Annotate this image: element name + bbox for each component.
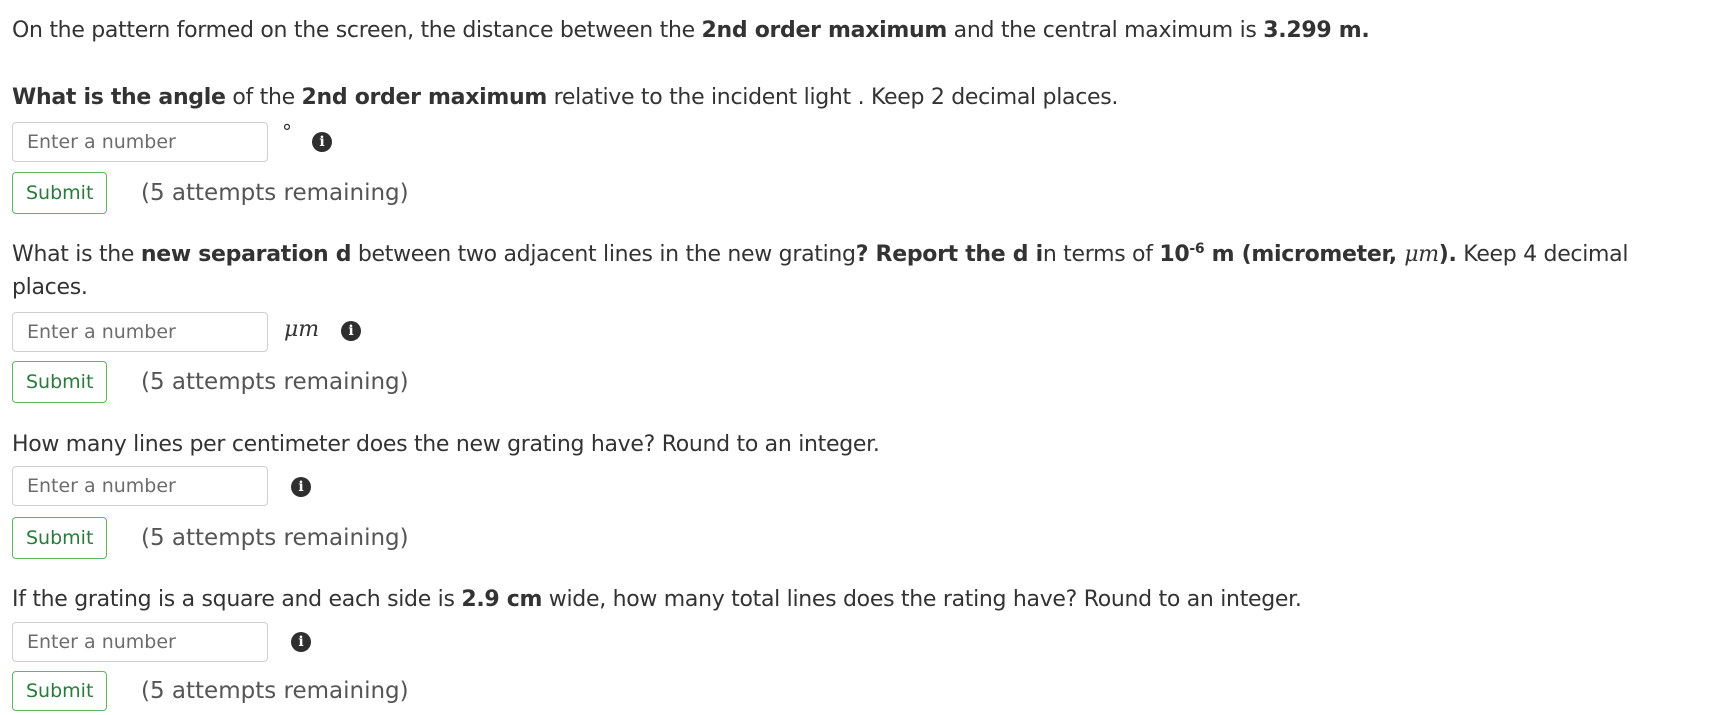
question-3-answer-input[interactable] — [12, 466, 268, 506]
question-1-prompt: What is the angle of the 2nd order maxim… — [12, 85, 1119, 110]
question-2-answer-input[interactable] — [12, 312, 268, 352]
degree-unit: ° — [282, 120, 292, 144]
question-2-prompt-continued: places. — [12, 275, 88, 300]
question-2-submit-button[interactable]: Submit — [12, 361, 108, 403]
info-icon[interactable]: i — [291, 477, 311, 497]
intro-text: On the pattern formed on the screen, the… — [12, 18, 1370, 43]
question-3-attempts: (5 attempts remaining) — [141, 525, 409, 551]
micrometer-unit: μm — [284, 317, 320, 342]
info-icon[interactable]: i — [291, 632, 311, 652]
question-4-answer-input[interactable] — [12, 622, 268, 662]
question-2-prompt: What is the new separation d between two… — [12, 241, 1629, 267]
problem-page: On the pattern formed on the screen, the… — [0, 0, 1726, 715]
question-4-submit-button[interactable]: Submit — [12, 671, 108, 711]
question-4-attempts: (5 attempts remaining) — [141, 678, 409, 704]
question-3-submit-button[interactable]: Submit — [12, 517, 108, 559]
info-icon[interactable]: i — [341, 321, 361, 341]
question-3-prompt: How many lines per centimeter does the n… — [12, 432, 880, 457]
info-icon[interactable]: i — [312, 132, 332, 152]
question-4-prompt: If the grating is a square and each side… — [12, 587, 1302, 612]
question-2-attempts: (5 attempts remaining) — [141, 369, 409, 395]
question-1-answer-input[interactable] — [12, 122, 268, 162]
question-1-attempts: (5 attempts remaining) — [141, 180, 409, 206]
question-1-submit-button[interactable]: Submit — [12, 172, 108, 214]
